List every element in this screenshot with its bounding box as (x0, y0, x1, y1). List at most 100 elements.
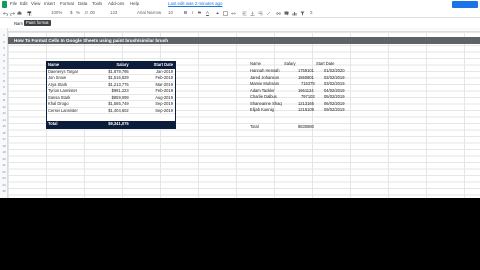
cell-start-date: Feb-2019 (155, 75, 173, 80)
functions-button[interactable]: Σ (310, 10, 313, 15)
menu-tools[interactable]: Tools (92, 1, 102, 6)
cell-salary: $981,223 (111, 88, 129, 93)
cell-salary: $1,565,749 (108, 101, 129, 106)
sheet-title: How To Format Cells In Google Sheets usi… (14, 38, 169, 43)
cell-name: Adam Tackler (250, 87, 275, 93)
bold-button[interactable]: B (184, 10, 187, 15)
table-total-row[interactable]: Total $9,341,075 (47, 120, 175, 128)
menu-view[interactable]: View (31, 1, 40, 6)
strikethrough-button[interactable]: S (198, 10, 201, 15)
row-number[interactable]: 3 (1, 46, 7, 50)
print-icon[interactable] (17, 11, 22, 16)
cell-start-date: Feb-2019 (155, 88, 173, 93)
row-number[interactable]: 25 (1, 189, 7, 193)
cell-start-date: Sep-2019 (155, 107, 173, 113)
row-number[interactable]: 11 (1, 98, 7, 102)
share-button[interactable] (452, 1, 478, 8)
currency-button[interactable]: $ (70, 10, 72, 15)
valign-icon[interactable] (250, 11, 255, 16)
row-number[interactable]: 23 (1, 176, 7, 180)
font-select[interactable]: Arial Narrow (137, 10, 161, 15)
spreadsheet-app: File Edit View Insert Format Data Tools … (0, 0, 480, 198)
merge-cells-icon[interactable] (231, 11, 236, 16)
formatted-table[interactable]: Name Salary Start Date Daenerys Targar $… (46, 61, 176, 129)
menu-edit[interactable]: Edit (20, 1, 28, 6)
menu-data[interactable]: Data (78, 1, 87, 6)
row-number[interactable]: 15 (1, 124, 7, 128)
text-color-button[interactable]: A (206, 10, 209, 15)
name-box[interactable]: Nam (14, 21, 23, 26)
rotate-icon[interactable] (266, 11, 271, 16)
last-edit-link[interactable]: Last edit was 2 minutes ago (168, 1, 222, 6)
row-number[interactable]: 2 (1, 40, 7, 44)
row-number[interactable]: 12 (1, 105, 7, 109)
row-number[interactable]: 16 (1, 131, 7, 135)
row-number[interactable]: 17 (1, 137, 7, 141)
number-format-select[interactable]: 123 (110, 10, 117, 15)
fill-color-icon[interactable] (215, 11, 220, 16)
menu-bar: File Edit View Insert Format Data Tools … (0, 0, 480, 9)
filter-icon[interactable] (300, 11, 305, 16)
cell-salary: 1218109 (298, 107, 314, 112)
align-icon[interactable] (242, 11, 247, 16)
menu-addons[interactable]: Add-ons (108, 1, 124, 6)
row-number[interactable]: 13 (1, 111, 7, 115)
borders-icon[interactable] (223, 11, 228, 16)
row-number[interactable]: 9 (1, 85, 7, 89)
cell-name: Daenerys Targar (48, 68, 79, 74)
header-salary: Salary (284, 61, 296, 66)
undo-icon[interactable] (3, 11, 8, 16)
comment-icon[interactable] (284, 11, 289, 16)
cell-salary: $1,404,602 (108, 107, 129, 113)
cell-name: Khal Drogo (48, 101, 69, 106)
menu-format[interactable]: Format (60, 1, 74, 6)
cell-name: Mamie Muhsam (250, 81, 280, 86)
decimal-buttons[interactable]: .0 .00 (84, 10, 95, 15)
italic-button[interactable]: I (192, 10, 193, 15)
paint-format-icon[interactable] (27, 11, 32, 16)
row-number[interactable]: 6 (1, 66, 7, 70)
row-number[interactable]: 20 (1, 157, 7, 161)
row-number[interactable]: 8 (1, 79, 7, 83)
cell-salary: $1,516,829 (108, 75, 129, 80)
cell-start-date: Sep-2019 (155, 101, 173, 106)
cell-start-date: 04/02/2019 (324, 87, 345, 93)
cell-name: Cersei Lannister (48, 107, 78, 113)
toolbar: 100% $ % .0 .00 123 Arial Narrow 10 B I … (0, 9, 480, 18)
redo-icon[interactable] (10, 11, 15, 16)
menu-file[interactable]: File (10, 1, 17, 6)
percent-button[interactable]: % (76, 10, 80, 15)
cell-salary: 1213165 (298, 100, 314, 106)
cell-start-date: Aug-2019 (155, 94, 173, 100)
menu-insert[interactable]: Insert (44, 1, 55, 6)
cell-salary: 797103 (301, 94, 315, 99)
column-headers[interactable] (0, 28, 480, 32)
sheets-logo-icon[interactable] (2, 1, 7, 8)
row-number[interactable]: 24 (1, 183, 7, 187)
font-size-select[interactable]: 10 (168, 10, 173, 15)
link-icon[interactable] (276, 11, 281, 16)
row-headers[interactable]: 1 2 3 4 5 6 7 8 9 10 11 12 13 14 15 16 1… (0, 28, 8, 198)
total-value: $9,341,075 (108, 120, 129, 126)
row-number[interactable]: 7 (1, 72, 7, 76)
row-number[interactable]: 10 (1, 92, 7, 96)
cell-start-date: 09/02/2019 (324, 107, 345, 112)
menu-help[interactable]: Help (130, 1, 139, 6)
formula-bar: Nam Paint format (0, 19, 480, 27)
cell-start-date: Mar-2019 (155, 81, 173, 87)
cell-name: Jon Snow (48, 75, 66, 80)
row-number[interactable]: 21 (1, 163, 7, 167)
cell-name: Jared Johanson (250, 74, 280, 80)
row-number[interactable]: 4 (1, 53, 7, 57)
chart-icon[interactable] (292, 11, 297, 16)
row-number[interactable]: 22 (1, 170, 7, 174)
row-number[interactable]: 18 (1, 144, 7, 148)
row-number[interactable]: 14 (1, 118, 7, 122)
row-number[interactable]: 5 (1, 59, 7, 63)
zoom-select[interactable]: 100% (51, 10, 62, 15)
row-number[interactable]: 1 (1, 33, 7, 37)
row-number[interactable]: 19 (1, 150, 7, 154)
cell-start-date: 03/02/2019 (324, 81, 345, 86)
wrap-icon[interactable] (258, 11, 263, 16)
header-start-date: Start Date (316, 61, 335, 66)
